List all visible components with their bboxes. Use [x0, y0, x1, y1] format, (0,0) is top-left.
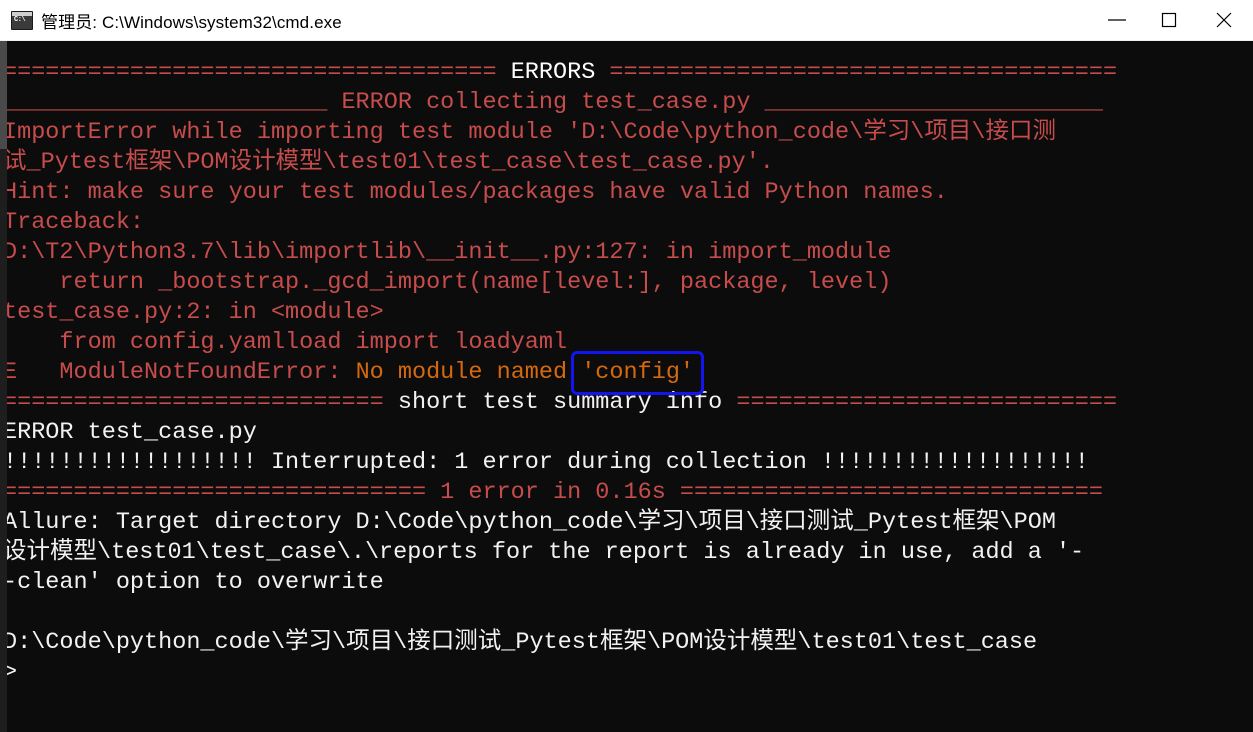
console-text-spacer-0 [7, 599, 17, 626]
console-line-import-error-2: 试_Pytest框架\POM设计模型\test01\test_case\test… [7, 148, 1253, 178]
console-line-allure-2: 设计模型\test01\test_case\.\reports for the … [7, 538, 1253, 568]
close-button[interactable] [1195, 0, 1253, 40]
window-titlebar[interactable]: C:\ 管理员: C:\Windows\system32\cmd.exe [0, 0, 1253, 41]
console-text-prompt-caret-0: > [7, 659, 18, 686]
console-line-module-not-found: E ModuleNotFoundError: No module named '… [7, 358, 1253, 388]
console-text-error-time-0: ============================== 1 error i… [7, 479, 1103, 506]
console-line-hint: Hint: make sure your test modules/packag… [7, 178, 1253, 208]
cmd-icon-glyph: C:\ [14, 15, 26, 24]
console-text-error-collecting-0: _______________________ ERROR collecting… [7, 89, 1103, 116]
console-body[interactable]: =================================== ERRO… [0, 41, 1253, 732]
console-line-prompt-caret: > [7, 658, 1253, 688]
console-text-traceback-code-1-0: return _bootstrap._gcd_import(name[level… [7, 269, 892, 296]
window-controls [1091, 0, 1253, 40]
console-text-import-error-1-0: ImportError while importing test module … [7, 119, 1056, 146]
cmd-app-icon: C:\ [11, 10, 33, 30]
console-line-traceback-label: Traceback: [7, 208, 1253, 238]
console-text-allure-2-0: 设计模型\test01\test_case\.\reports for the … [7, 539, 1085, 566]
console-text-hint-0: Hint: make sure your test modules/packag… [7, 179, 948, 206]
scrollbar-thumb[interactable] [0, 41, 7, 149]
maximize-button[interactable] [1143, 0, 1195, 40]
console-line-spacer [7, 598, 1253, 628]
console-line-summary-error: ERROR test_case.py [7, 418, 1253, 448]
console-text-module-not-found-1: No module named [355, 359, 582, 386]
console-text-allure-3-0: -clean' option to overwrite [7, 569, 384, 596]
console-text-traceback-frame-2-0: test_case.py:2: in <module> [7, 299, 384, 326]
console-text-summary-error-0: ERROR test_case.py [7, 419, 257, 446]
console-text-module-not-found-2: 'config' [581, 359, 695, 386]
console-output: =================================== ERRO… [7, 41, 1253, 732]
console-text-module-not-found-0: E ModuleNotFoundError: [7, 359, 356, 386]
console-scrollbar[interactable] [0, 41, 7, 732]
console-text-prompt-path-0: D:\Code\python_code\学习\项目\接口测试_Pytest框架\… [7, 629, 1038, 656]
titlebar-left: C:\ 管理员: C:\Windows\system32\cmd.exe [0, 8, 1091, 33]
console-line-errors-banner: =================================== ERRO… [7, 58, 1253, 88]
console-text-interrupted-0: !!!!!!!!!!!!!!!!!! Interrupted: 1 error … [7, 449, 1089, 476]
console-text-traceback-code-2-0: from config.yamlload import loadyaml [7, 329, 568, 356]
console-line-error-time: ============================== 1 error i… [7, 478, 1253, 508]
console-text-import-error-2-0: 试_Pytest框架\POM设计模型\test01\test_case\test… [7, 149, 774, 176]
console-text-traceback-label-0: Traceback: [7, 209, 145, 236]
console-line-prompt-path: D:\Code\python_code\学习\项目\接口测试_Pytest框架\… [7, 628, 1253, 658]
console-line-traceback-frame-2: test_case.py:2: in <module> [7, 298, 1253, 328]
console-text-summary-banner-0: =========================== [7, 389, 398, 416]
console-line-allure-1: Allure: Target directory D:\Code\python_… [7, 508, 1253, 538]
console-text-errors-banner-1: ERRORS [510, 59, 596, 86]
console-line-summary-banner: =========================== short test s… [7, 388, 1253, 418]
console-text-traceback-frame-1-0: D:\T2\Python3.7\lib\importlib\__init__.p… [7, 239, 892, 266]
console-text-errors-banner-2: ==================================== [595, 59, 1118, 86]
console-text-summary-banner-1: short test summary info [397, 389, 723, 416]
console-line-error-collecting: _______________________ ERROR collecting… [7, 88, 1253, 118]
console-text-errors-banner-0: =================================== [7, 59, 511, 86]
cmd-window: C:\ 管理员: C:\Windows\system32\cmd.exe ===… [0, 0, 1253, 732]
minimize-button[interactable] [1091, 0, 1143, 40]
window-title: 管理员: C:\Windows\system32\cmd.exe [41, 12, 342, 32]
console-line-allure-3: -clean' option to overwrite [7, 568, 1253, 598]
console-line-traceback-frame-1: D:\T2\Python3.7\lib\importlib\__init__.p… [7, 238, 1253, 268]
scrollbar-track[interactable] [0, 149, 7, 732]
console-line-interrupted: !!!!!!!!!!!!!!!!!! Interrupted: 1 error … [7, 448, 1253, 478]
console-line-traceback-code-1: return _bootstrap._gcd_import(name[level… [7, 268, 1253, 298]
console-line-traceback-code-2: from config.yamlload import loadyaml [7, 328, 1253, 358]
console-line-import-error-1: ImportError while importing test module … [7, 118, 1253, 148]
console-text-summary-banner-2: =========================== [722, 389, 1118, 416]
console-text-allure-1-0: Allure: Target directory D:\Code\python_… [7, 509, 1056, 536]
